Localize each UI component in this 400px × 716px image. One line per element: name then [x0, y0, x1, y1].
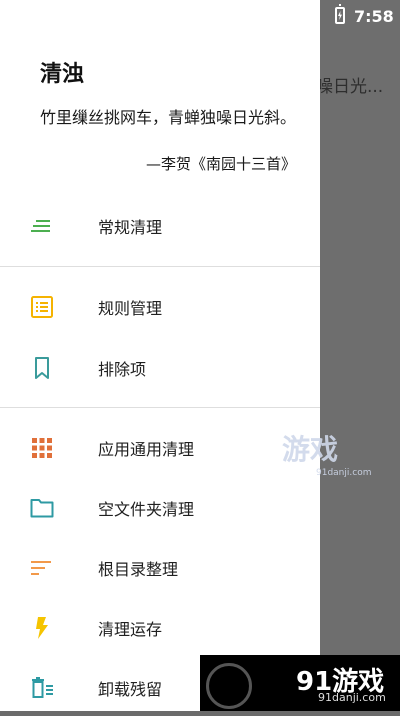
drawer-item-label: 排除项 [98, 360, 147, 379]
watermark-small-logo: 游戏 [282, 433, 339, 466]
folder-icon [30, 499, 54, 518]
drawer-item-clean-memory[interactable]: 清理运存 [0, 600, 320, 656]
drawer-item-label: 根目录整理 [98, 560, 179, 579]
drawer-item-label: 常规清理 [98, 218, 163, 237]
drawer-item-app-general-clean[interactable]: 应用通用清理 [0, 420, 320, 476]
status-bar: 7:58 [320, 0, 400, 32]
battery-charging-icon [335, 4, 345, 24]
list-icon [31, 296, 53, 318]
drawer-divider [0, 266, 320, 267]
drawer-app-title: 清浊 [40, 62, 85, 87]
bookmark-icon [35, 357, 49, 379]
watermark-bar: 91游戏 91danji.com [200, 655, 400, 711]
drawer-item-empty-folder-clean[interactable]: 空文件夹清理 [0, 480, 320, 536]
drawer-item-label: 清理运存 [98, 620, 163, 639]
background-toolbar-title: 噪日光... [316, 77, 384, 97]
drawer-quote-author: —李贺《南园十三首》 [145, 155, 296, 173]
watermark-small: 游戏 91danji.com [282, 428, 371, 478]
navigation-drawer: 清浊 竹里缫丝挑网车，青蝉独噪日光斜。 —李贺《南园十三首》 常规清理 规则管理… [0, 0, 320, 711]
drawer-divider [0, 407, 320, 408]
grid-icon [32, 438, 52, 458]
lines-icon [31, 220, 50, 232]
watermark-ring-icon [206, 663, 252, 709]
drawer-item-label: 卸载残留 [98, 680, 163, 699]
trash-list-icon [32, 677, 53, 698]
drawer-item-exclusions[interactable]: 排除项 [0, 340, 320, 396]
status-time: 7:58 [354, 7, 394, 26]
flash-icon [36, 617, 48, 639]
drawer-item-rule-management[interactable]: 规则管理 [0, 279, 320, 335]
sort-icon [31, 561, 51, 575]
drawer-item-label: 空文件夹清理 [98, 500, 195, 519]
drawer-item-root-directory-organize[interactable]: 根目录整理 [0, 540, 320, 596]
drawer-item-label: 规则管理 [98, 299, 163, 318]
drawer-quote: 竹里缫丝挑网车，青蝉独噪日光斜。 [40, 108, 297, 127]
watermark-site: 91danji.com [318, 691, 386, 704]
drawer-item-label: 应用通用清理 [98, 440, 195, 459]
watermark-small-site: 91danji.com [316, 468, 372, 478]
drawer-item-regular-clean[interactable]: 常规清理 [0, 198, 320, 254]
